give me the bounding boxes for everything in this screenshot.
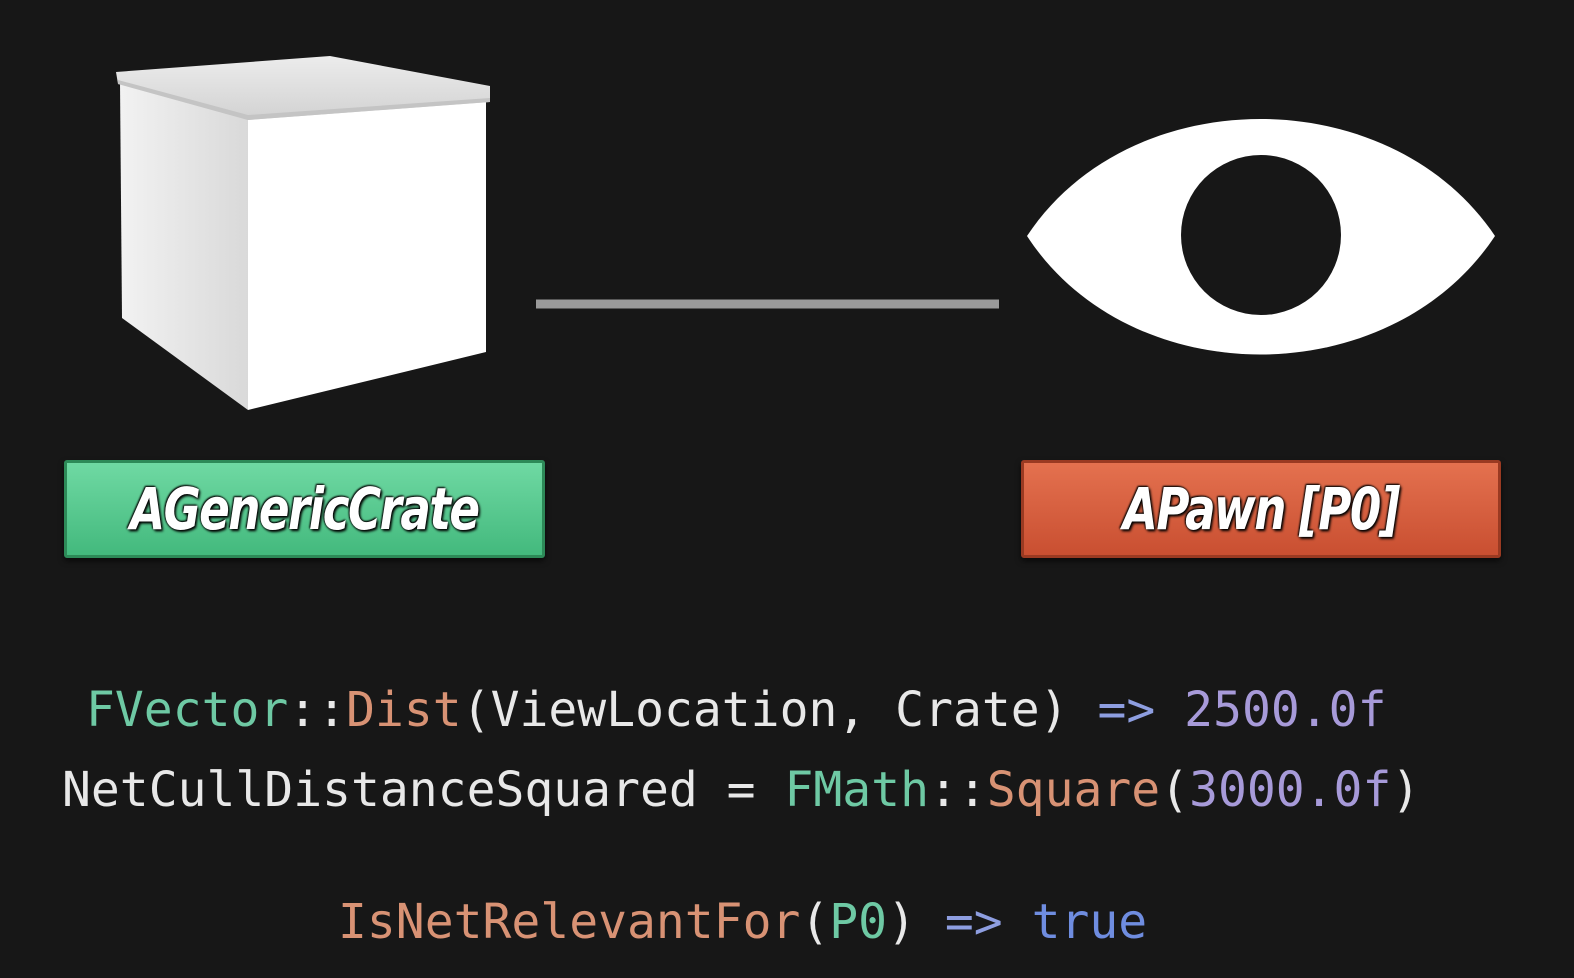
code-assign: =	[697, 762, 785, 818]
code-scope-operator: ::	[928, 762, 987, 818]
code-function: Dist	[346, 682, 462, 738]
code-function: Square	[986, 762, 1161, 818]
pawn-label: APawn [P0]	[1021, 460, 1501, 558]
crate-label: AGenericCrate	[64, 460, 545, 558]
code-paren-open: (	[800, 894, 830, 950]
code-type: FMath	[784, 762, 929, 818]
code-line-distance: FVector::Dist(ViewLocation, Crate) => 25…	[86, 686, 1386, 734]
code-line-relevancy: IsNetRelevantFor(P0) => true	[338, 898, 1147, 946]
code-line-cull-distance: NetCullDistanceSquared = FMath::Square(3…	[62, 766, 1420, 814]
code-identifier: NetCullDistanceSquared	[62, 762, 698, 818]
code-result-value: 2500.0f	[1184, 682, 1387, 738]
code-arguments: ViewLocation, Crate	[490, 682, 1040, 738]
code-result-bool: true	[1031, 894, 1148, 950]
pawn-label-text: APawn [P0]	[1123, 475, 1401, 543]
code-function: IsNetRelevantFor	[338, 894, 801, 950]
eye-icon	[1027, 119, 1495, 355]
code-paren-close: )	[1391, 762, 1421, 818]
code-scope-operator: ::	[288, 682, 347, 738]
code-arrow: =>	[1068, 682, 1185, 738]
crate-label-text: AGenericCrate	[130, 475, 480, 543]
code-paren-open: (	[1160, 762, 1190, 818]
code-arrow: =>	[915, 894, 1032, 950]
code-paren-close: )	[1039, 682, 1069, 738]
diagram-canvas: AGenericCrate APawn [P0] FVector::Dist(V…	[0, 0, 1574, 978]
cube-icon	[116, 56, 490, 410]
code-argument: P0	[829, 894, 888, 950]
code-argument-value: 3000.0f	[1189, 762, 1392, 818]
code-paren-close: )	[887, 894, 916, 950]
code-paren-open: (	[461, 682, 491, 738]
code-type: FVector	[86, 682, 289, 738]
